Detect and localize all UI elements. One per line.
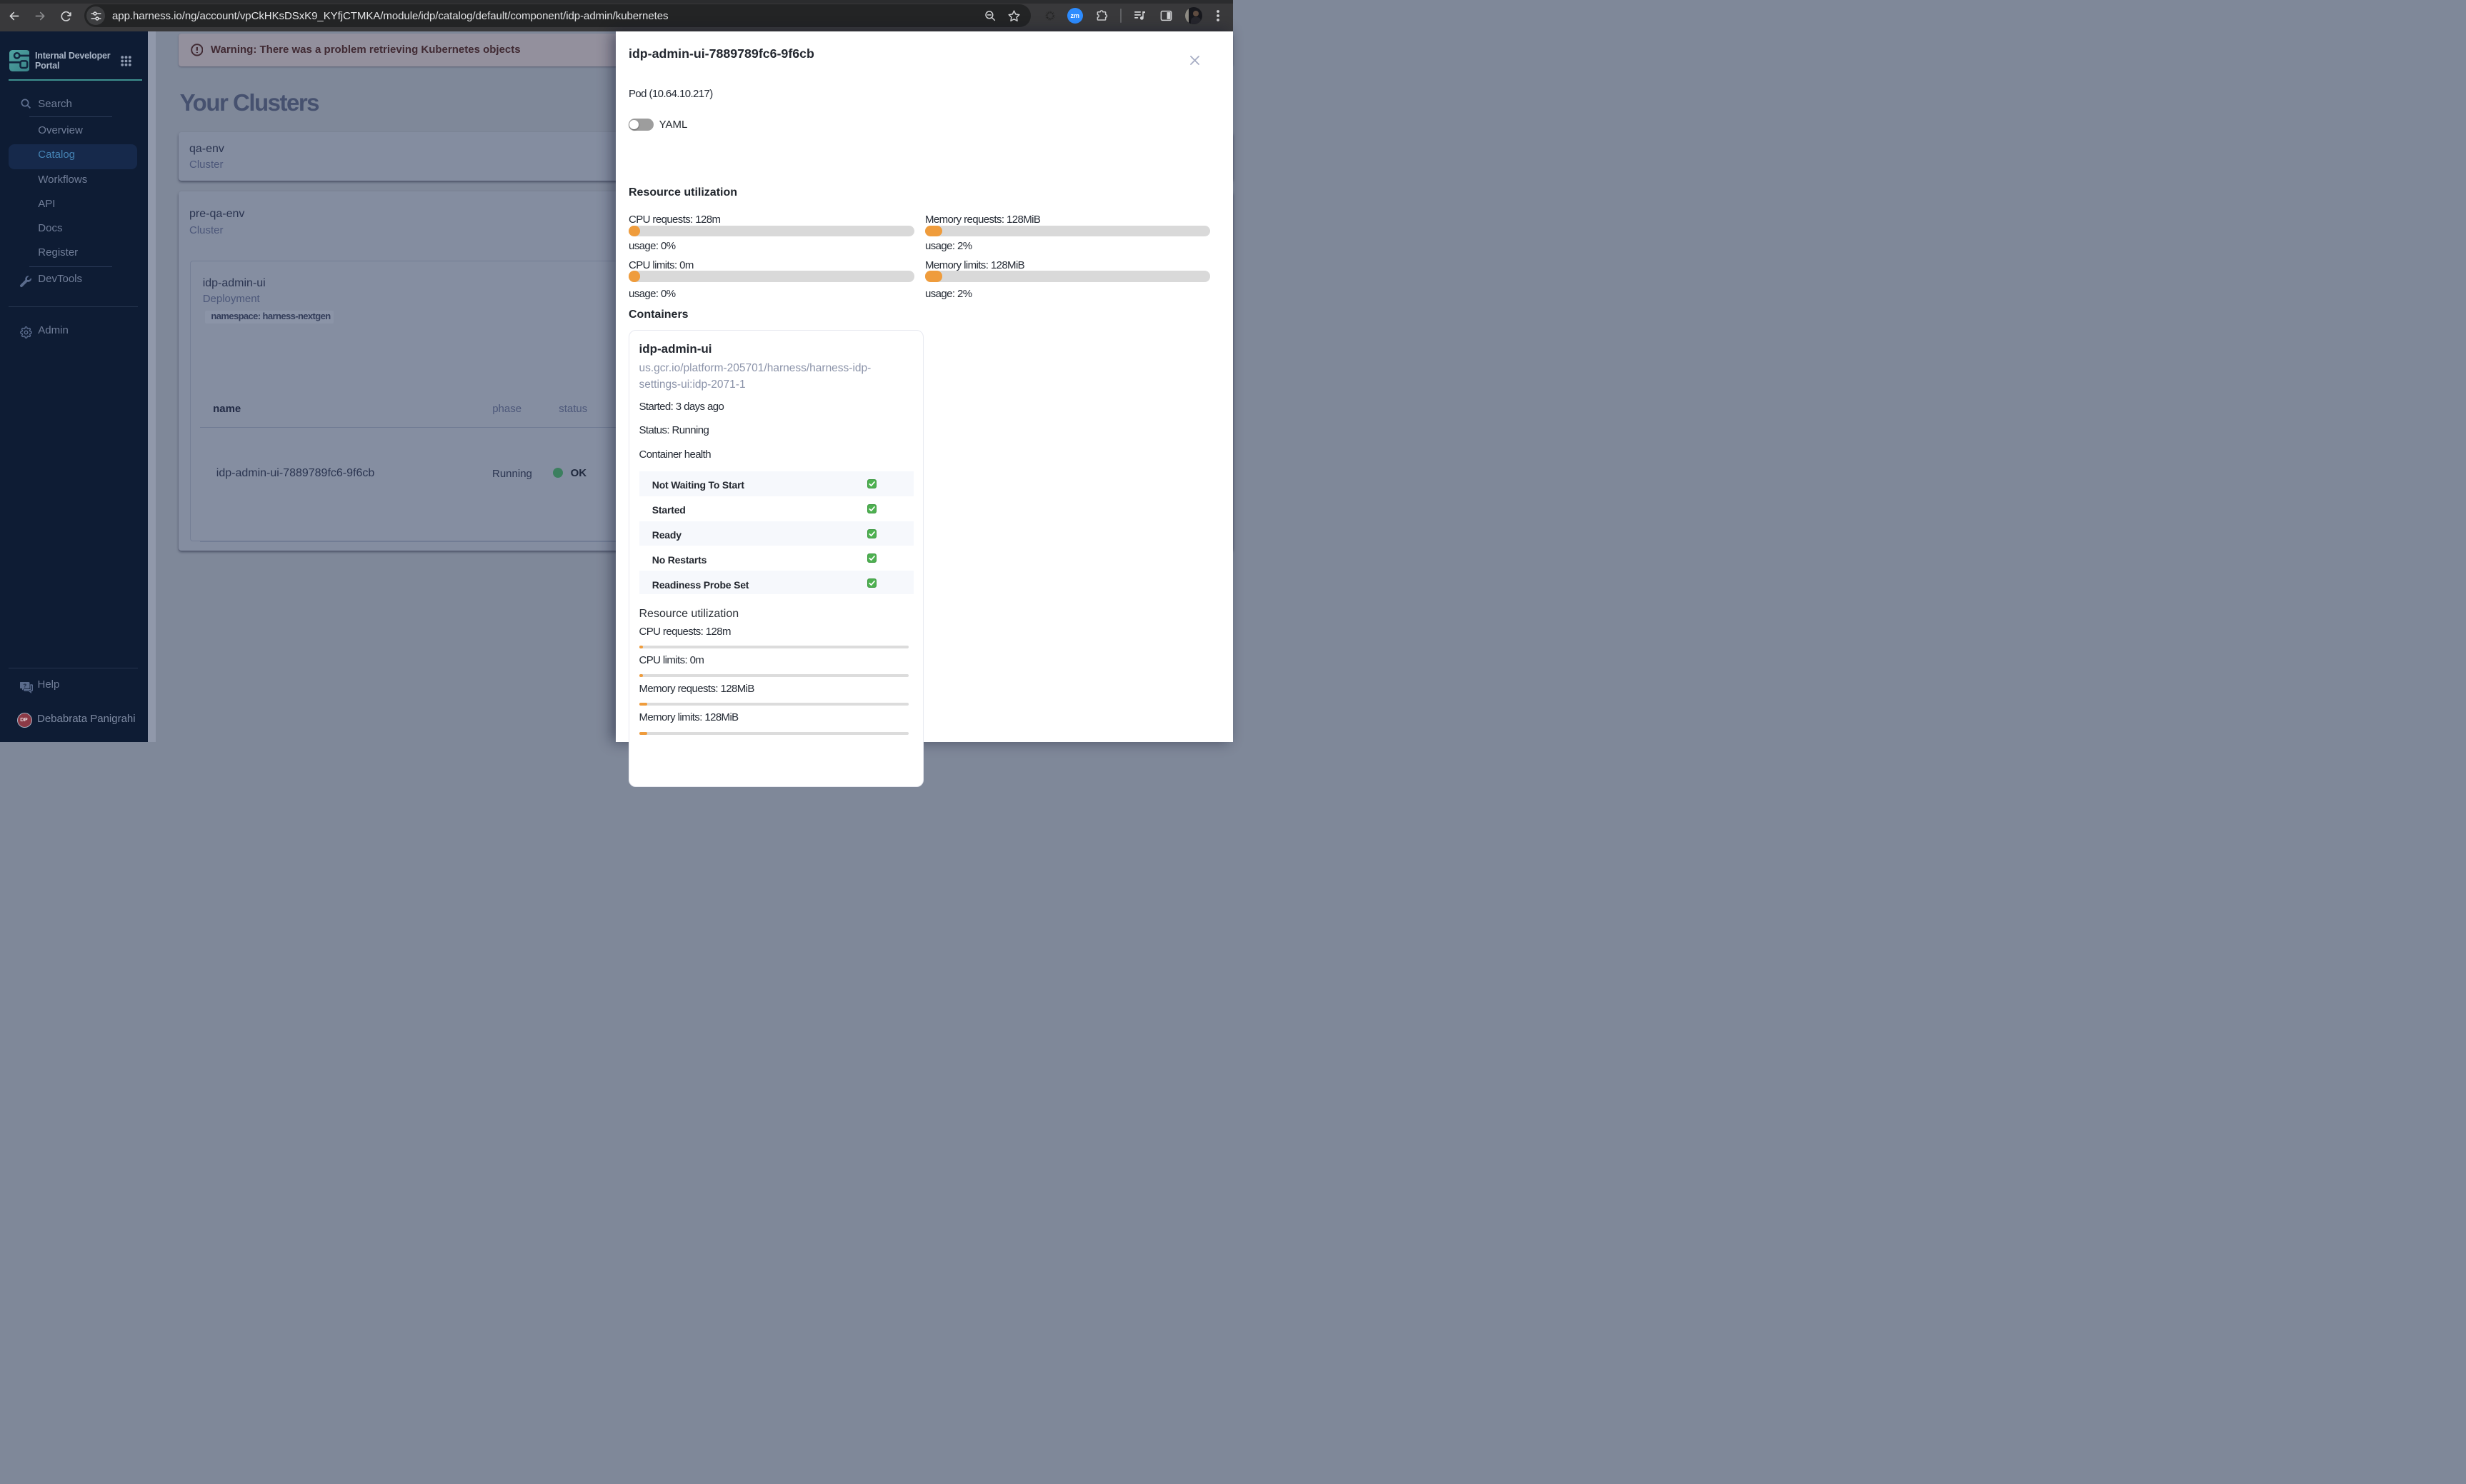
svg-text:?: ? xyxy=(24,682,27,688)
